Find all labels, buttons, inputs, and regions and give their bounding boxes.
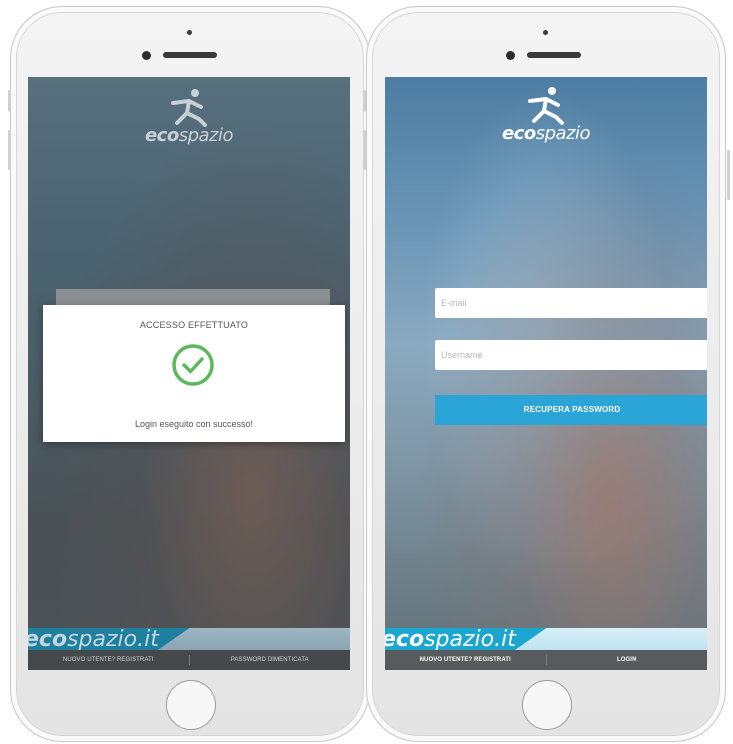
ecospazio-logo: ecospazio <box>28 87 350 146</box>
site-banner: ecospazio.it <box>385 624 707 650</box>
front-sensor <box>543 30 548 35</box>
forgot-password-link[interactable]: PASSWORD DIMENTICATA <box>190 650 351 670</box>
runner-logo-icon <box>528 87 564 125</box>
footer-nav: NUOVO UTENTE? REGISTRATI PASSWORD DIMENT… <box>28 650 350 670</box>
front-camera <box>142 51 151 60</box>
recover-password-button[interactable]: RECUPERA PASSWORD <box>435 395 707 425</box>
front-camera <box>506 51 515 60</box>
banner-text: ecospazio.it <box>28 627 159 650</box>
banner-text: ecospazio.it <box>385 627 516 650</box>
mute-switch <box>8 90 11 112</box>
banner-text-rest: spazio.it <box>424 627 516 650</box>
logo-text-rest: spazio <box>178 125 234 146</box>
username-field[interactable]: Username <box>435 340 707 370</box>
site-banner: ecospazio.it <box>28 624 350 650</box>
ecospazio-logo: ecospazio <box>385 85 707 144</box>
volume-up-button <box>8 130 11 170</box>
home-button[interactable] <box>522 680 572 730</box>
success-dialog: ACCESSO EFFETTUATO Login eseguito con su… <box>43 305 345 442</box>
power-button <box>727 150 730 200</box>
login-link[interactable]: LOGIN <box>547 650 708 670</box>
screen-recover-password: ecospazio E-mail Username RECUPERA PASSW… <box>385 77 707 670</box>
logo-text-rest: spazio <box>535 123 591 144</box>
earpiece-speaker <box>163 52 217 58</box>
home-button[interactable] <box>166 680 216 730</box>
runner-logo-icon <box>171 89 207 127</box>
earpiece-speaker <box>527 52 581 58</box>
logo-text-bold: eco <box>501 123 536 144</box>
logo-text-bold: eco <box>144 125 179 146</box>
banner-text-bold: eco <box>385 627 425 650</box>
footer-nav: NUOVO UTENTE? REGISTRATI LOGIN <box>385 650 707 670</box>
front-sensor <box>187 30 192 35</box>
register-link[interactable]: NUOVO UTENTE? REGISTRATI <box>28 650 189 670</box>
screen-login-success: ecospazio ACCESSO EFFETTUATO Login esegu… <box>28 77 350 670</box>
dialog-title: ACCESSO EFFETTUATO <box>139 320 249 330</box>
volume-up-button <box>363 130 366 170</box>
mute-switch <box>363 90 366 112</box>
banner-text-rest: spazio.it <box>67 627 159 650</box>
check-circle-icon <box>172 344 214 386</box>
register-link[interactable]: NUOVO UTENTE? REGISTRATI <box>385 650 546 670</box>
dialog-message: Login eseguito con successo! <box>134 419 254 429</box>
banner-text-bold: eco <box>28 627 68 650</box>
email-field[interactable]: E-mail <box>435 288 707 318</box>
